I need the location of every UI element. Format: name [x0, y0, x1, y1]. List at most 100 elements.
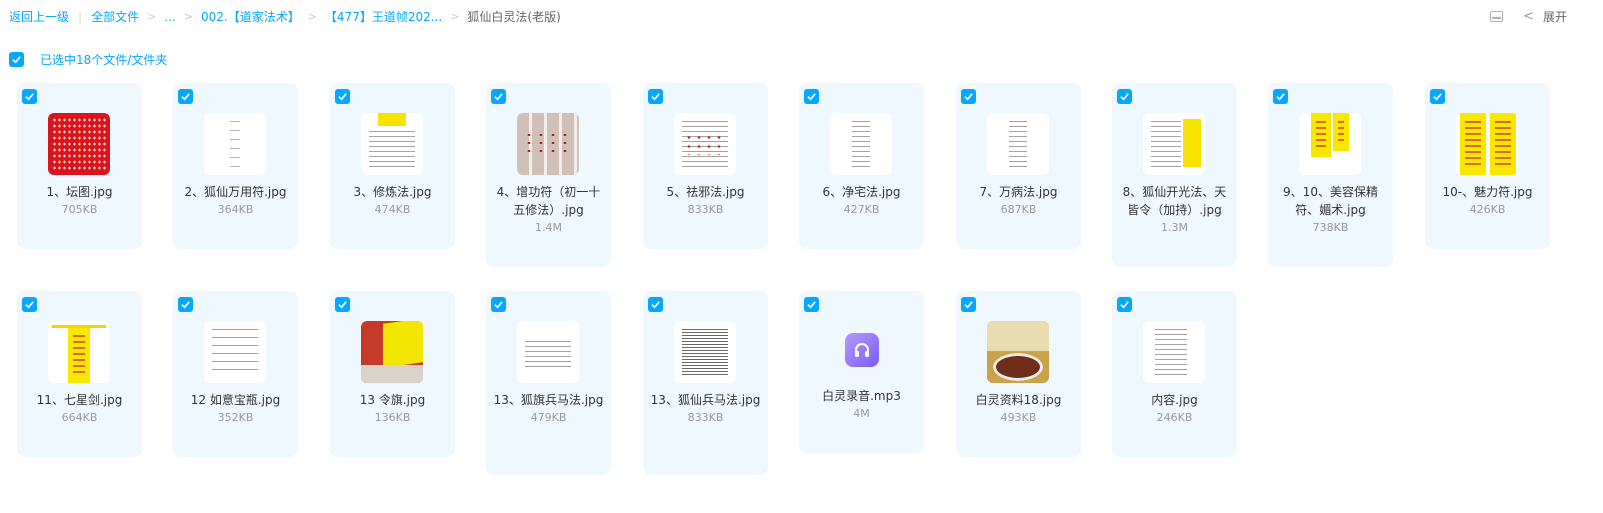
- file-name: 4、增功符（初一十五修法）.jpg: [496, 185, 601, 217]
- file-checkbox[interactable]: [961, 297, 976, 312]
- file-name: 13、狐旗兵马法.jpg: [493, 393, 604, 407]
- file-checkbox[interactable]: [804, 297, 819, 312]
- chevron-right-icon: >: [183, 10, 193, 23]
- image-thumbnail: [987, 113, 1049, 175]
- expand-label: 展开: [1542, 10, 1567, 24]
- file-size: 4M: [853, 407, 870, 420]
- image-thumbnail: [204, 321, 266, 383]
- file-name: 白灵录音.mp3: [822, 389, 901, 403]
- selection-bar: 已选中18个文件/文件夹: [9, 51, 167, 68]
- file-card[interactable]: 2、狐仙万用符.jpg 364KB: [173, 83, 298, 249]
- file-name: 8、狐仙开光法、天皆令（加持）.jpg: [1122, 185, 1227, 217]
- expand-button[interactable]: < 展开: [1523, 8, 1567, 25]
- image-thumbnail: [48, 321, 110, 383]
- file-size: 687KB: [1000, 203, 1037, 216]
- file-card[interactable]: 白灵录音.mp3 4M: [799, 291, 924, 453]
- breadcrumb-level1[interactable]: 002.【道家法术】: [201, 8, 300, 25]
- file-card[interactable]: 1、坛图.jpg 705KB: [17, 83, 142, 249]
- file-checkbox[interactable]: [491, 89, 506, 104]
- file-card[interactable]: 白灵资料18.jpg 493KB: [956, 291, 1081, 457]
- file-name: 13、狐仙兵马法.jpg: [650, 393, 761, 407]
- breadcrumb-ellipsis[interactable]: ...: [164, 10, 175, 24]
- image-thumbnail: [517, 113, 579, 175]
- file-size: 664KB: [61, 411, 98, 424]
- view-mode-icon[interactable]: [1490, 11, 1504, 22]
- file-checkbox[interactable]: [1430, 89, 1445, 104]
- file-card[interactable]: 5、祛邪法.jpg 833KB: [643, 83, 768, 249]
- file-checkbox[interactable]: [648, 297, 663, 312]
- file-checkbox[interactable]: [1273, 89, 1288, 104]
- file-size: 246KB: [1156, 411, 1193, 424]
- image-thumbnail: [204, 113, 266, 175]
- file-name: 7、万病法.jpg: [979, 185, 1058, 199]
- file-name: 内容.jpg: [1151, 393, 1198, 407]
- image-thumbnail: [517, 321, 579, 383]
- image-thumbnail: [830, 113, 892, 175]
- file-size: 364KB: [217, 203, 254, 216]
- chevron-right-icon: >: [147, 10, 157, 23]
- file-card[interactable]: 内容.jpg 246KB: [1112, 291, 1237, 457]
- image-thumbnail: [1299, 113, 1361, 175]
- image-thumbnail: [987, 321, 1049, 383]
- file-checkbox[interactable]: [961, 89, 976, 104]
- file-name: 12 如意宝瓶.jpg: [190, 393, 281, 407]
- file-size: 1.3M: [1161, 221, 1188, 234]
- file-checkbox[interactable]: [648, 89, 663, 104]
- file-checkbox[interactable]: [1117, 297, 1132, 312]
- breadcrumb-divider: |: [78, 9, 83, 24]
- select-all-checkbox[interactable]: [9, 52, 24, 67]
- image-thumbnail: [361, 321, 423, 383]
- image-thumbnail: [1456, 113, 1518, 175]
- image-thumbnail: [48, 113, 110, 175]
- file-checkbox[interactable]: [178, 89, 193, 104]
- file-name: 白灵资料18.jpg: [975, 393, 1062, 407]
- file-size: 352KB: [217, 411, 254, 424]
- file-name: 10-、魅力符.jpg: [1442, 185, 1533, 199]
- file-card[interactable]: 7、万病法.jpg 687KB: [956, 83, 1081, 249]
- image-thumbnail: [361, 113, 423, 175]
- file-size: 738KB: [1312, 221, 1349, 234]
- breadcrumb-all-files[interactable]: 全部文件: [91, 8, 139, 25]
- file-card[interactable]: 10-、魅力符.jpg 426KB: [1425, 83, 1550, 249]
- file-size: 1.4M: [535, 221, 562, 234]
- file-name: 11、七星剑.jpg: [36, 393, 123, 407]
- file-checkbox[interactable]: [178, 297, 193, 312]
- file-checkbox[interactable]: [22, 297, 37, 312]
- file-name: 6、净宅法.jpg: [822, 185, 901, 199]
- file-card[interactable]: 13、狐旗兵马法.jpg 479KB: [486, 291, 611, 475]
- file-card[interactable]: 4、增功符（初一十五修法）.jpg 1.4M: [486, 83, 611, 267]
- image-thumbnail: [1143, 113, 1205, 175]
- file-checkbox[interactable]: [804, 89, 819, 104]
- file-checkbox[interactable]: [491, 297, 506, 312]
- file-name: 5、祛邪法.jpg: [666, 185, 745, 199]
- file-card[interactable]: 11、七星剑.jpg 664KB: [17, 291, 142, 457]
- breadcrumb-level2[interactable]: 【477】王道帧202...: [325, 8, 442, 25]
- file-checkbox[interactable]: [22, 89, 37, 104]
- file-card[interactable]: 12 如意宝瓶.jpg 352KB: [173, 291, 298, 457]
- file-size: 136KB: [374, 411, 411, 424]
- back-link[interactable]: 返回上一级: [9, 8, 69, 25]
- file-size: 474KB: [374, 203, 411, 216]
- chevron-right-icon: >: [307, 10, 317, 23]
- file-card[interactable]: 6、净宅法.jpg 427KB: [799, 83, 924, 249]
- file-card[interactable]: 9、10、美容保精符、媚术.jpg 738KB: [1268, 83, 1393, 267]
- chevron-left-icon: <: [1523, 9, 1534, 24]
- file-size: 493KB: [1000, 411, 1037, 424]
- chevron-right-icon: >: [450, 10, 460, 23]
- image-thumbnail: [674, 321, 736, 383]
- file-size: 426KB: [1469, 203, 1506, 216]
- file-card[interactable]: 13 令旗.jpg 136KB: [330, 291, 455, 457]
- file-name: 13 令旗.jpg: [359, 393, 426, 407]
- file-checkbox[interactable]: [335, 89, 350, 104]
- file-size: 427KB: [843, 203, 880, 216]
- file-checkbox[interactable]: [1117, 89, 1132, 104]
- selection-count: 已选中18个文件/文件夹: [40, 53, 168, 67]
- file-size: 833KB: [687, 411, 724, 424]
- file-name: 9、10、美容保精符、媚术.jpg: [1283, 185, 1378, 217]
- file-name: 2、狐仙万用符.jpg: [184, 185, 287, 199]
- file-card[interactable]: 8、狐仙开光法、天皆令（加持）.jpg 1.3M: [1112, 83, 1237, 267]
- breadcrumb: 返回上一级 | 全部文件 > ... > 002.【道家法术】 > 【477】王…: [9, 8, 561, 25]
- file-card[interactable]: 3、修炼法.jpg 474KB: [330, 83, 455, 249]
- file-checkbox[interactable]: [335, 297, 350, 312]
- file-card[interactable]: 13、狐仙兵马法.jpg 833KB: [643, 291, 768, 475]
